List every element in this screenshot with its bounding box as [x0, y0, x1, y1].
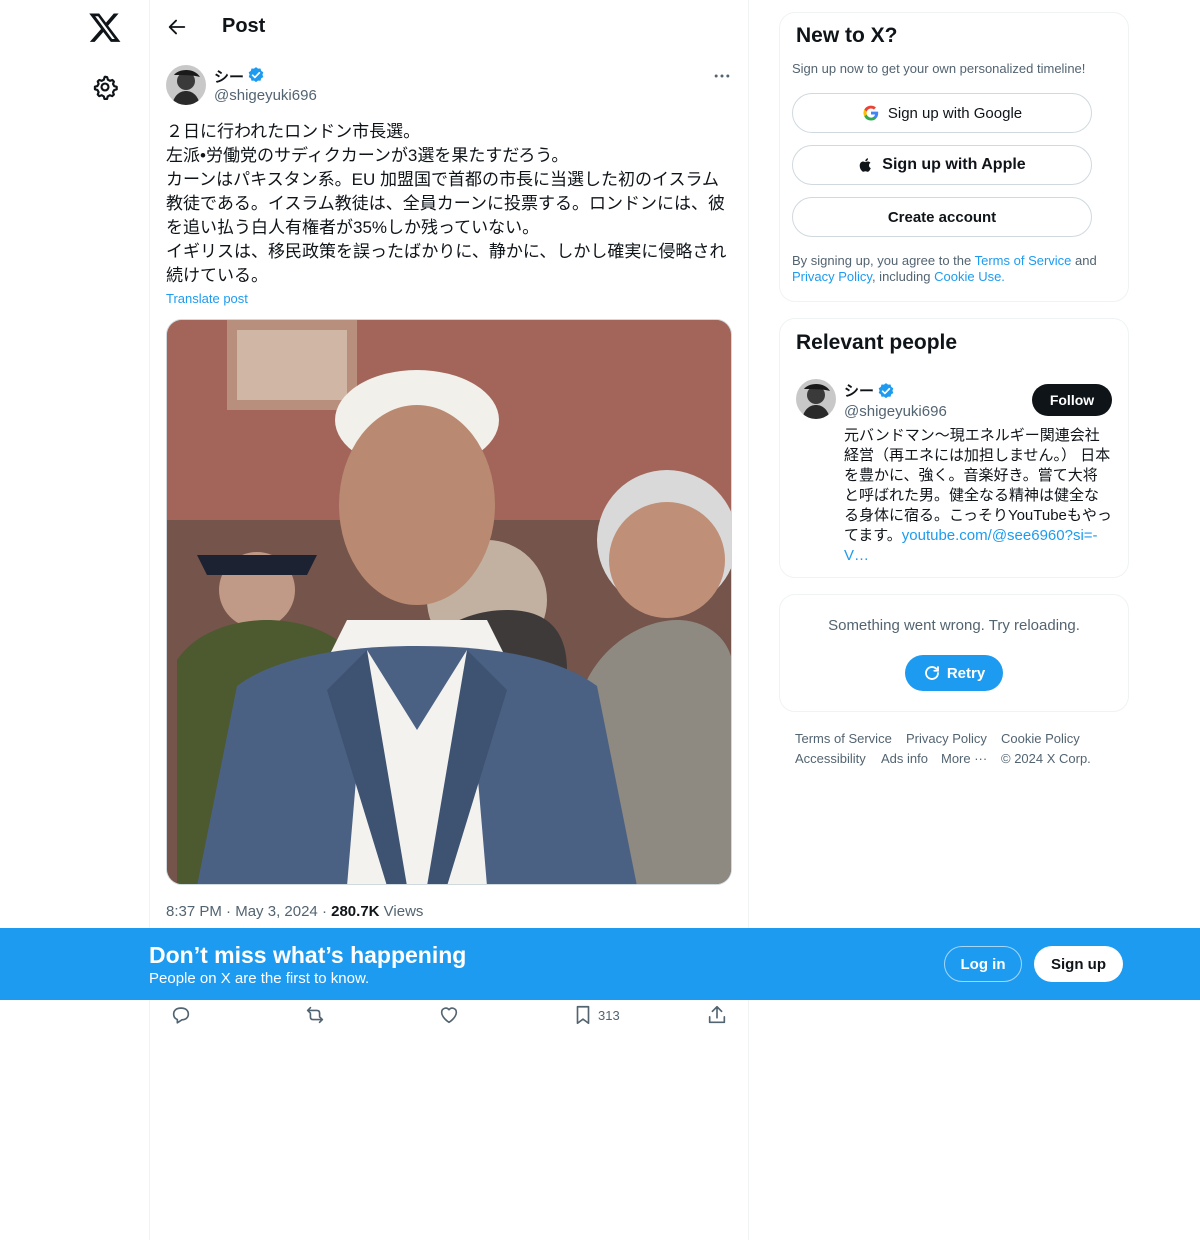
google-icon [863, 105, 879, 121]
author-name[interactable]: シー [214, 66, 244, 87]
footer-more-link[interactable]: More ··· [941, 751, 987, 766]
retry-button[interactable]: Retry [905, 655, 1003, 691]
footer-ads-link[interactable]: Ads info [881, 751, 928, 766]
banner-subtitle: People on X are the first to know. [149, 970, 370, 987]
error-card [779, 594, 1129, 712]
footer-terms-link[interactable]: Terms of Service [795, 731, 892, 746]
relevant-handle[interactable]: @shigeyuki696 [844, 403, 947, 420]
login-button[interactable]: Log in [944, 946, 1022, 982]
author-handle[interactable]: @shigeyuki696 [214, 87, 317, 104]
signup-card-subtitle: Sign up now to get your own personalized… [792, 61, 1086, 76]
footer-copyright: © 2024 X Corp. [1001, 751, 1091, 766]
footer-cookie-link[interactable]: Cookie Policy [1001, 731, 1080, 746]
reply-icon[interactable] [170, 1004, 192, 1026]
footer-privacy-link[interactable]: Privacy Policy [906, 731, 987, 746]
cookie-use-link[interactable]: Cookie Use. [934, 269, 1005, 284]
post-date[interactable]: May 3, 2024 [235, 903, 318, 920]
verified-badge-icon [878, 383, 894, 399]
relevant-bio: 元バンドマン〜現エネルギー関連会社経営（再エネには加担しません。） 日本を豊かに… [844, 427, 1112, 564]
apple-icon [859, 158, 872, 172]
views-label: Views [383, 903, 424, 920]
relevant-people-title: Relevant people [796, 331, 958, 354]
signup-card-title: New to X? [796, 24, 898, 47]
post-text: ２日に行われたロンドン市長選。 左派•労働党のサディクカーンが3選を果たすだろう… [166, 122, 727, 285]
create-account-button[interactable]: Create account [792, 197, 1092, 237]
error-message: Something went wrong. Try reloading. [828, 617, 1080, 634]
gear-icon[interactable] [92, 74, 118, 100]
retry-label: Retry [946, 664, 986, 682]
more-options-icon[interactable] [712, 66, 732, 86]
relevant-avatar[interactable] [796, 379, 836, 419]
signup-apple-label: Sign up with Apple [882, 156, 1026, 173]
post-image[interactable] [166, 319, 732, 885]
bookmark-icon[interactable] [572, 1004, 594, 1026]
back-arrow-icon[interactable] [166, 16, 188, 38]
follow-button[interactable]: Follow [1032, 384, 1112, 416]
views-count: 280.7K [331, 903, 380, 920]
like-icon[interactable] [438, 1004, 460, 1026]
x-logo-icon[interactable] [88, 10, 122, 44]
signup-google-button[interactable]: Sign up with Google [792, 93, 1092, 133]
author-avatar[interactable] [166, 65, 206, 105]
share-icon[interactable] [706, 1004, 728, 1026]
bookmark-count: 313 [598, 1008, 620, 1023]
page-title: Post [222, 15, 266, 37]
verified-badge-icon [248, 67, 264, 83]
repost-icon[interactable] [304, 1004, 326, 1026]
post-time[interactable]: 8:37 PM [166, 903, 222, 920]
signup-button[interactable]: Sign up [1034, 946, 1123, 982]
banner-title: Don’t miss what’s happening [149, 942, 467, 968]
signup-google-label: Sign up with Google [887, 104, 1023, 122]
footer-accessibility-link[interactable]: Accessibility [795, 751, 866, 766]
signup-legal-text: By signing up, you agree to the Terms of… [792, 253, 1097, 284]
terms-link[interactable]: Terms of Service [975, 253, 1072, 268]
create-account-label: Create account [887, 208, 997, 226]
refresh-icon [924, 666, 939, 680]
signup-apple-button[interactable]: Sign up with Apple [792, 145, 1092, 185]
post-meta: 8:37 PM · May 3, 2024 · 280.7K Views [166, 903, 424, 920]
relevant-name[interactable]: シー [844, 380, 874, 401]
privacy-link[interactable]: Privacy Policy [792, 269, 872, 284]
translate-post-link[interactable]: Translate post [166, 291, 248, 306]
